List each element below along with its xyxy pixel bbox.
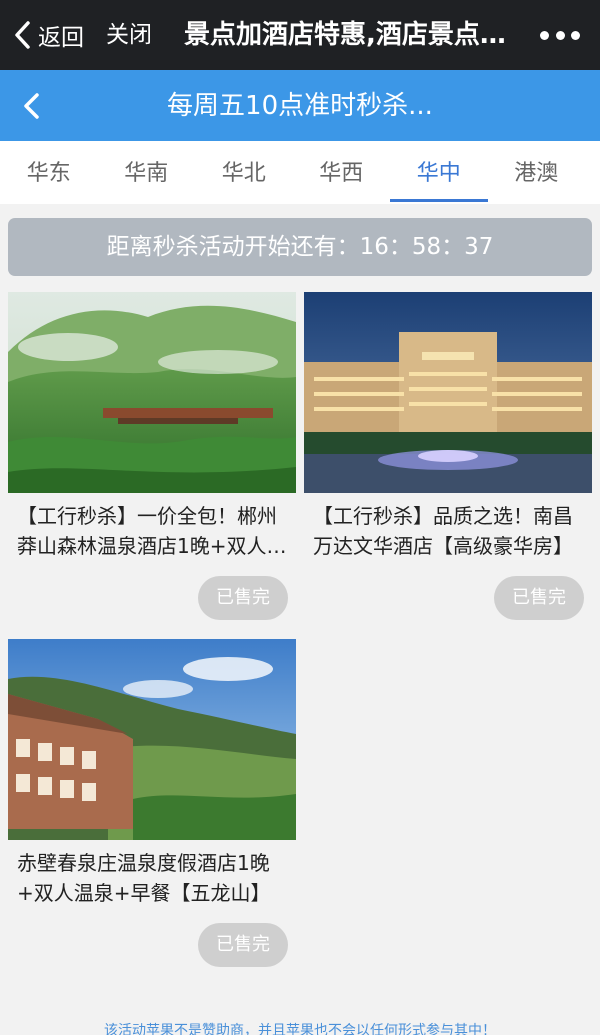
tab-huanan[interactable]: 华南 (98, 141, 196, 204)
dot-icon (555, 30, 565, 40)
tab-label: 华北 (221, 161, 266, 186)
product-name: 【工行秒杀】一价全包！郴州莽山森林温泉酒店1晚+双人温泉 (17, 504, 287, 558)
product-name: 【工行秒杀】品质之选！南昌万达文华酒店【高级豪华房】 (313, 504, 573, 558)
more-options-button[interactable] (540, 26, 580, 44)
tab-huabei[interactable]: 华北 (195, 141, 293, 204)
dot-icon (571, 30, 580, 40)
sold-out-button[interactable]: 已售完 (198, 923, 288, 967)
product-card[interactable]: 赤壁春泉庄温泉度假酒店1晚+双人温泉+早餐【五龙山】 已售完 (8, 639, 296, 967)
product-name: 赤壁春泉庄温泉度假酒店1晚+双人温泉+早餐【五龙山】 (17, 851, 271, 905)
page-title: 每周五10点准时秒杀... (167, 91, 433, 121)
tab-huaxi[interactable]: 华西 (293, 141, 391, 204)
close-button[interactable]: 关闭 (106, 16, 152, 54)
product-card[interactable]: 【工行秒杀】一价全包！郴州莽山森林温泉酒店1晚+双人温泉 已售完 (8, 292, 296, 620)
hillside-hotel-photo (8, 639, 296, 840)
dot-icon (540, 30, 549, 40)
tab-label: 华南 (124, 161, 169, 186)
tab-label: 华东 (26, 161, 71, 186)
tab-huazhong[interactable]: 华中 (390, 141, 488, 204)
tab-label: 港澳 (514, 161, 559, 186)
product-card[interactable]: 【工行秒杀】品质之选！南昌万达文华酒店【高级豪华房】 已售完 (304, 292, 592, 620)
back-label: 返回 (38, 25, 84, 51)
back-button[interactable]: 返回 (12, 16, 84, 54)
sold-out-button[interactable]: 已售完 (198, 576, 288, 620)
disclaimer-text: 该活动苹果不是赞助商，并且苹果也不会以任何形式参与其中！ (104, 1023, 496, 1035)
countdown-hours: 16 (359, 234, 389, 260)
countdown-separator: ： (388, 234, 412, 260)
tab-label: 华中 (416, 161, 461, 186)
chevron-left-icon (15, 21, 30, 49)
forest-resort-photo (8, 292, 296, 493)
region-tabs: 华东 华南 华北 华西 华中 港澳 (0, 141, 600, 204)
countdown-label: 距离秒杀活动开始还有： (106, 234, 360, 260)
countdown-banner: 距离秒杀活动开始还有：16：58：37 (8, 218, 592, 276)
page-header: 每周五10点准时秒杀... (0, 70, 600, 141)
sold-out-button[interactable]: 已售完 (494, 576, 584, 620)
luxury-hotel-night-photo (304, 292, 592, 493)
chevron-left-icon[interactable] (18, 90, 46, 122)
countdown-separator: ： (441, 234, 465, 260)
window-title: 景点加酒店特惠,酒店景点门票优惠 (184, 20, 524, 50)
countdown-minutes: 58 (411, 234, 442, 260)
tab-gangao[interactable]: 港澳 (488, 141, 586, 204)
tab-huadong[interactable]: 华东 (0, 141, 98, 204)
app-top-bar: 返回 关闭 景点加酒店特惠,酒店景点门票优惠 (0, 0, 600, 70)
countdown-seconds: 37 (464, 234, 494, 260)
tab-label: 华西 (319, 161, 364, 186)
